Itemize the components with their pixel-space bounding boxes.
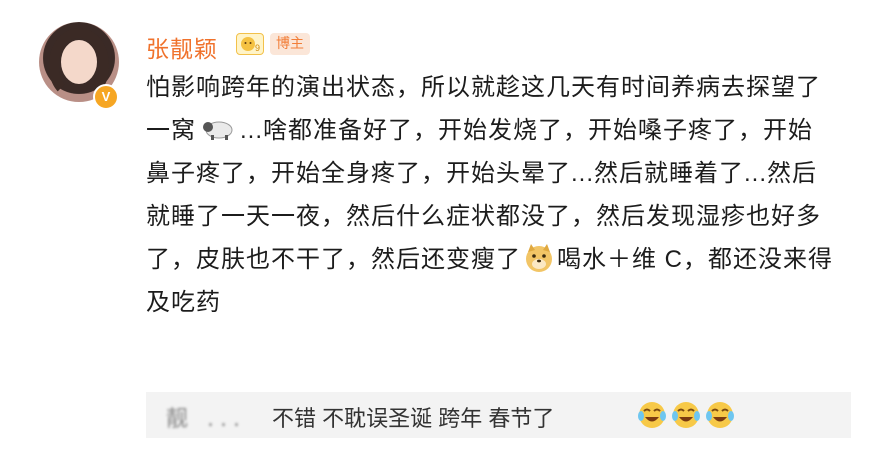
verified-v-icon: V (93, 84, 119, 110)
sheep-emoji-icon (203, 121, 233, 140)
cry-laugh-emoji-icon (638, 402, 666, 428)
reply-text: 不错 不耽误圣诞 跨年 春节了 (272, 406, 555, 431)
svg-text:9: 9 (255, 43, 260, 53)
fan-level-icon: 9 (236, 33, 264, 55)
doge-emoji-icon (526, 244, 552, 272)
author-name[interactable]: 张靓颖 (146, 30, 218, 64)
cry-laugh-emoji-icon (706, 402, 734, 428)
cry-laugh-emoji-icon (672, 402, 700, 428)
reply-user-handle[interactable]: 靓 ... (166, 401, 246, 433)
dog-badge-icon: 9 (241, 37, 260, 53)
avatar-face (61, 40, 97, 84)
reply-preview[interactable]: 靓 ... 不错 不耽误圣诞 跨年 春节了 (146, 392, 851, 438)
author-role-badge: 博主 (270, 33, 310, 55)
post-content: 怕影响跨年的演出状态，所以就趁这几天有时间养病去探望了一窝 ...啥都准备好了，… (146, 66, 836, 324)
reply-emoji-group (636, 399, 736, 431)
